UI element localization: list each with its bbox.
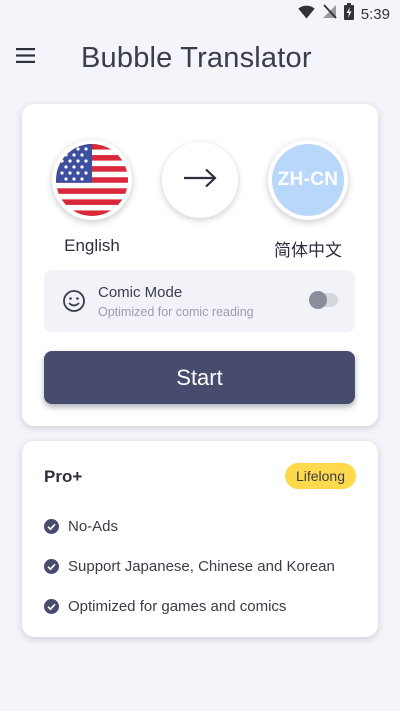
list-item: No-Ads [44,514,368,538]
smiley-icon [62,289,86,313]
target-language-label: 简体中文 [274,241,342,260]
pro-title: Pro+ [44,467,83,486]
feature-text: Optimized for games and comics [68,597,287,615]
translator-card: English ZH-CN 简体中文 Comic Mode Optimized … [22,104,378,426]
target-language-circle[interactable]: ZH-CN [268,140,348,220]
swap-language-button[interactable] [162,142,238,218]
list-item: Optimized for games and comics [44,594,368,618]
battery-charging-icon [343,3,354,25]
source-language-circle[interactable] [52,140,132,220]
arrow-right-icon [183,168,217,193]
app-bar: Bubble Translator [0,36,400,80]
hamburger-menu-icon [16,48,35,68]
target-language-selector[interactable]: ZH-CN 简体中文 [263,140,353,261]
source-language-label: English [64,236,120,255]
pro-feature-list: No-Ads Support Japanese, Chinese and Kor… [44,514,368,634]
comic-mode-title: Comic Mode [98,283,183,301]
toggle-knob [309,291,327,309]
pro-card[interactable]: Pro+ Lifelong No-Ads Support Japanese, C… [22,441,378,637]
check-circle-icon [44,518,59,534]
app-title: Bubble Translator [81,41,312,74]
check-circle-icon [44,558,59,574]
menu-button[interactable] [16,36,60,80]
check-circle-icon [44,598,59,614]
comic-mode-subtitle: Optimized for comic reading [98,304,254,319]
target-language-code: ZH-CN [272,144,344,216]
us-flag-icon [56,144,128,216]
comic-mode-text: Comic Mode Optimized for comic reading [98,284,254,319]
source-language-selector[interactable]: English [47,140,137,256]
feature-text: Support Japanese, Chinese and Korean [68,557,335,575]
list-item: Support Japanese, Chinese and Korean [44,554,368,578]
lifelong-badge: Lifelong [284,463,356,489]
feature-text: No-Ads [68,517,119,535]
comic-mode-toggle[interactable] [309,291,338,309]
no-signal-icon [322,4,337,24]
status-time: 5:39 [360,5,390,23]
status-bar: 5:39 [0,0,400,28]
start-button[interactable]: Start [44,351,355,404]
wifi-icon [298,5,315,24]
comic-mode-row[interactable]: Comic Mode Optimized for comic reading [44,270,355,332]
